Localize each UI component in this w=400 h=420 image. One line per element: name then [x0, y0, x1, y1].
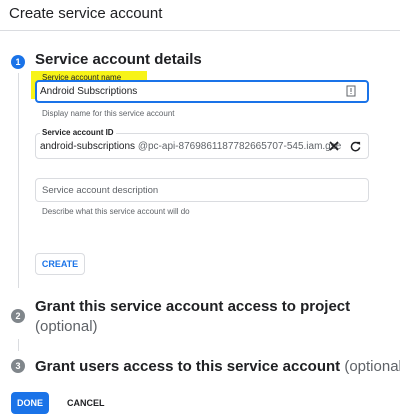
step-connector-1: [18, 73, 19, 288]
service-account-description-placeholder: Service account description: [42, 185, 159, 196]
cancel-button[interactable]: CANCEL: [67, 398, 105, 408]
step-connector-2: [18, 339, 19, 351]
step-3-indicator: 3: [11, 359, 25, 373]
service-account-name-value: Android Subscriptions: [40, 86, 138, 97]
service-account-id-text: android-subscriptions: [40, 141, 136, 152]
done-button[interactable]: DONE: [11, 392, 49, 414]
refresh-icon[interactable]: [348, 139, 362, 153]
step-3-optional: (optional): [344, 358, 400, 375]
service-account-id-label: Service account ID: [40, 128, 116, 137]
step-2-indicator: 2: [11, 309, 25, 323]
service-account-id-suffix: @pc-api-8769861187782665707-545.iam.gse: [137, 141, 342, 152]
dialog-header: Create service account: [0, 0, 400, 31]
close-icon[interactable]: [327, 139, 341, 153]
character-counter-icon: [344, 84, 358, 98]
service-account-name-label: Service account name: [42, 73, 122, 82]
step-3-title: Grant users access to this service accou…: [35, 358, 400, 375]
service-account-name-hint: Display name for this service account: [42, 109, 175, 118]
step-3-title-text: Grant users access to this service accou…: [35, 358, 341, 375]
page-title: Create service account: [9, 5, 163, 22]
step-1-title: Service account details: [35, 51, 202, 68]
step-2-optional: (optional): [35, 318, 98, 335]
step-1-indicator: 1: [11, 55, 25, 69]
service-account-id-value: android-subscriptions @pc-api-8769861187…: [40, 141, 341, 152]
service-account-description-hint: Describe what this service account will …: [42, 207, 190, 216]
step-2-title: Grant this service account access to pro…: [35, 298, 351, 315]
create-button[interactable]: CREATE: [35, 253, 85, 275]
